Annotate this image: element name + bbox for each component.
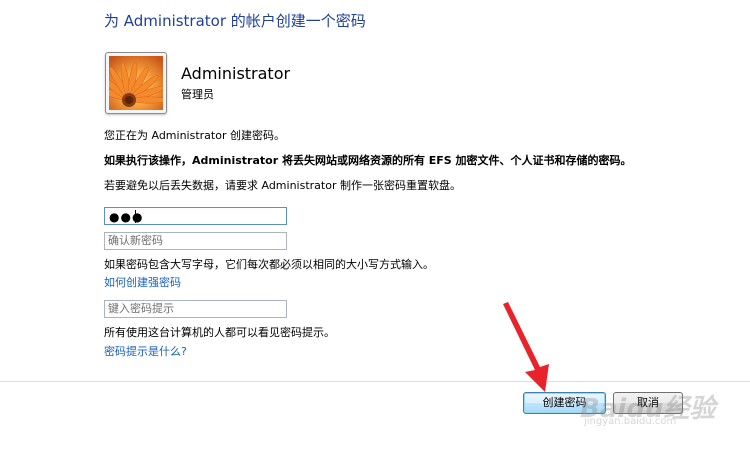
- password-hint-placeholder: 键入密码提示: [108, 302, 174, 315]
- case-sensitivity-note: 如果密码包含大写字母，它们每次都必须以相同的大小写方式输入。: [104, 258, 434, 271]
- text-caret: [135, 210, 136, 223]
- watermark-url: jingyan.baidu.com: [584, 416, 677, 427]
- user-avatar: [105, 52, 167, 114]
- efs-warning-text: 如果执行该操作，Administrator 将丢失网站或网络资源的所有 EFS …: [104, 154, 632, 167]
- dialog-title: 为 Administrator 的帐户创建一个密码: [104, 12, 366, 30]
- password-mask: ●●●: [109, 210, 144, 224]
- confirm-password-input[interactable]: 确认新密码: [104, 232, 287, 250]
- password-hint-help-link[interactable]: 密码提示是什么?: [104, 343, 187, 359]
- account-name: Administrator: [181, 64, 291, 83]
- account-role: 管理员: [181, 88, 214, 101]
- strong-password-link[interactable]: 如何创建强密码: [104, 274, 181, 290]
- hint-visibility-note: 所有使用这台计算机的人都可以看见密码提示。: [104, 326, 335, 339]
- new-password-input[interactable]: ●●●: [104, 207, 287, 225]
- intro-text: 您正在为 Administrator 创建密码。: [104, 129, 285, 142]
- confirm-password-placeholder: 确认新密码: [108, 234, 163, 247]
- reset-disk-advice-text: 若要避免以后丢失数据，请要求 Administrator 制作一张密码重置软盘。: [104, 179, 461, 192]
- red-arrow-icon: [503, 302, 549, 392]
- password-hint-input[interactable]: 键入密码提示: [104, 300, 287, 318]
- flower-picture-icon: [109, 56, 163, 110]
- baidu-watermark: Baidu经验 jingyan.baidu.com: [562, 388, 722, 430]
